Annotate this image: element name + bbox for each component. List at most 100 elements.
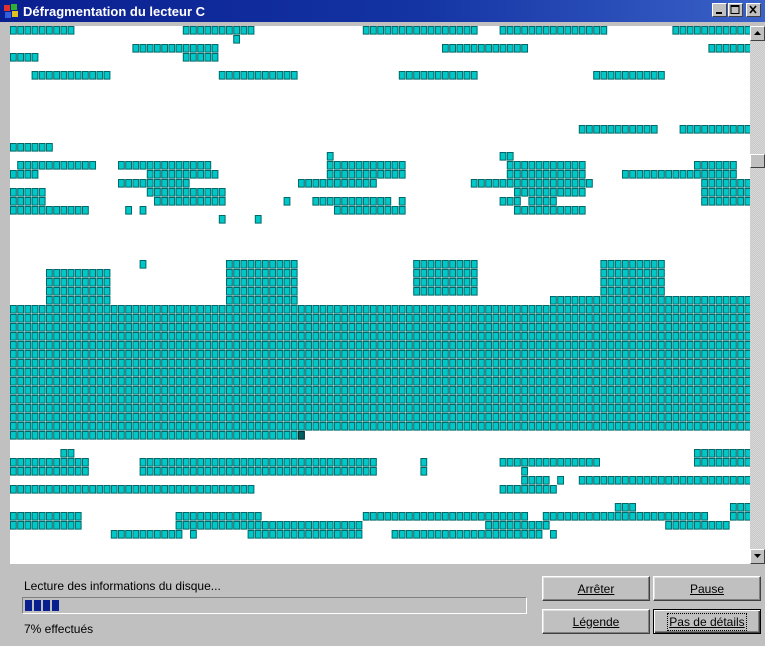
cluster-block <box>442 350 449 359</box>
cluster-block <box>650 170 658 179</box>
cluster-block <box>384 332 392 341</box>
cluster-block <box>46 206 53 215</box>
cluster-block <box>96 368 104 377</box>
cluster-block <box>226 341 233 350</box>
cluster-block <box>377 422 385 431</box>
cluster-block <box>82 467 89 476</box>
cluster-block <box>247 386 255 395</box>
cluster-block <box>74 404 82 413</box>
cluster-block <box>269 350 277 359</box>
cluster-block <box>506 44 514 53</box>
cluster-block <box>542 512 550 521</box>
cluster-block <box>665 332 673 341</box>
cluster-block <box>456 395 464 404</box>
scrollbar-thumb[interactable] <box>750 154 765 168</box>
maximize-button[interactable] <box>728 3 743 17</box>
cluster-block <box>384 350 392 359</box>
legend-button[interactable]: Légende <box>542 609 650 634</box>
scroll-down-button[interactable] <box>750 549 765 564</box>
cluster-block <box>161 386 168 395</box>
cluster-block <box>290 296 298 305</box>
cluster-block <box>643 332 651 341</box>
cluster-block <box>715 332 723 341</box>
cluster-block <box>542 476 550 485</box>
cluster-block <box>305 305 313 314</box>
cluster-block <box>254 323 262 332</box>
cluster-block <box>139 395 147 404</box>
cluster-block <box>542 377 550 386</box>
cluster-block <box>204 467 212 476</box>
cluster-block <box>708 332 716 341</box>
cluster-block <box>485 305 493 314</box>
cluster-block <box>341 368 349 377</box>
cluster-block <box>110 530 118 539</box>
cluster-block <box>326 413 334 422</box>
cluster-block <box>341 359 349 368</box>
cluster-block <box>218 395 226 404</box>
cluster-block <box>535 161 543 170</box>
cluster-block <box>161 350 168 359</box>
cluster-block <box>53 350 61 359</box>
cluster-block <box>10 359 17 368</box>
cluster-block <box>211 26 219 35</box>
details-button[interactable]: Pas de détails <box>653 609 761 634</box>
cluster-block <box>614 386 622 395</box>
cluster-block <box>427 512 435 521</box>
cluster-block <box>283 395 291 404</box>
cluster-block <box>17 314 24 323</box>
cluster-block <box>362 386 370 395</box>
cluster-block <box>168 161 176 170</box>
cluster-block <box>708 377 716 386</box>
stop-button[interactable]: Arrêter <box>542 576 650 601</box>
scroll-up-button[interactable] <box>750 26 765 41</box>
cluster-block <box>514 395 521 404</box>
cluster-block <box>204 368 212 377</box>
cluster-block <box>492 350 500 359</box>
cluster-block <box>384 395 392 404</box>
cluster-block <box>722 179 730 188</box>
cluster-block <box>218 521 226 530</box>
cluster-block <box>737 179 745 188</box>
cluster-block <box>535 332 543 341</box>
cluster-block <box>578 422 586 431</box>
cluster-block <box>290 314 298 323</box>
cluster-block <box>197 188 204 197</box>
cluster-block <box>679 350 687 359</box>
cluster-block <box>190 161 197 170</box>
cluster-block <box>139 305 147 314</box>
cluster-block <box>521 476 529 485</box>
cluster-block <box>290 71 298 80</box>
cluster-block <box>161 413 168 422</box>
cluster-block <box>622 332 629 341</box>
cluster-block <box>89 395 96 404</box>
cluster-block <box>521 404 529 413</box>
cluster-block <box>499 521 507 530</box>
vertical-scrollbar[interactable] <box>750 26 765 564</box>
cluster-block <box>456 368 464 377</box>
cluster-block <box>406 359 413 368</box>
cluster-block <box>413 395 421 404</box>
cluster-block <box>420 26 428 35</box>
cluster-block <box>38 512 46 521</box>
close-button[interactable] <box>746 3 761 17</box>
cluster-block <box>463 305 471 314</box>
cluster-block <box>370 377 377 386</box>
cluster-block <box>74 350 82 359</box>
cluster-block <box>348 161 356 170</box>
cluster-block <box>686 305 694 314</box>
cluster-block <box>319 521 327 530</box>
cluster-block <box>614 296 622 305</box>
cluster-block <box>139 485 147 494</box>
pause-button[interactable]: Pause <box>653 576 761 601</box>
cluster-block <box>593 395 601 404</box>
cluster-block <box>355 386 363 395</box>
pause-button-label: Pause <box>689 581 725 596</box>
cluster-block <box>319 386 327 395</box>
cluster-block <box>679 404 687 413</box>
cluster-block <box>506 377 514 386</box>
cluster-block <box>168 197 176 206</box>
minimize-button[interactable] <box>712 3 727 17</box>
cluster-block <box>370 161 377 170</box>
cluster-block <box>74 521 82 530</box>
cluster-block <box>715 188 723 197</box>
